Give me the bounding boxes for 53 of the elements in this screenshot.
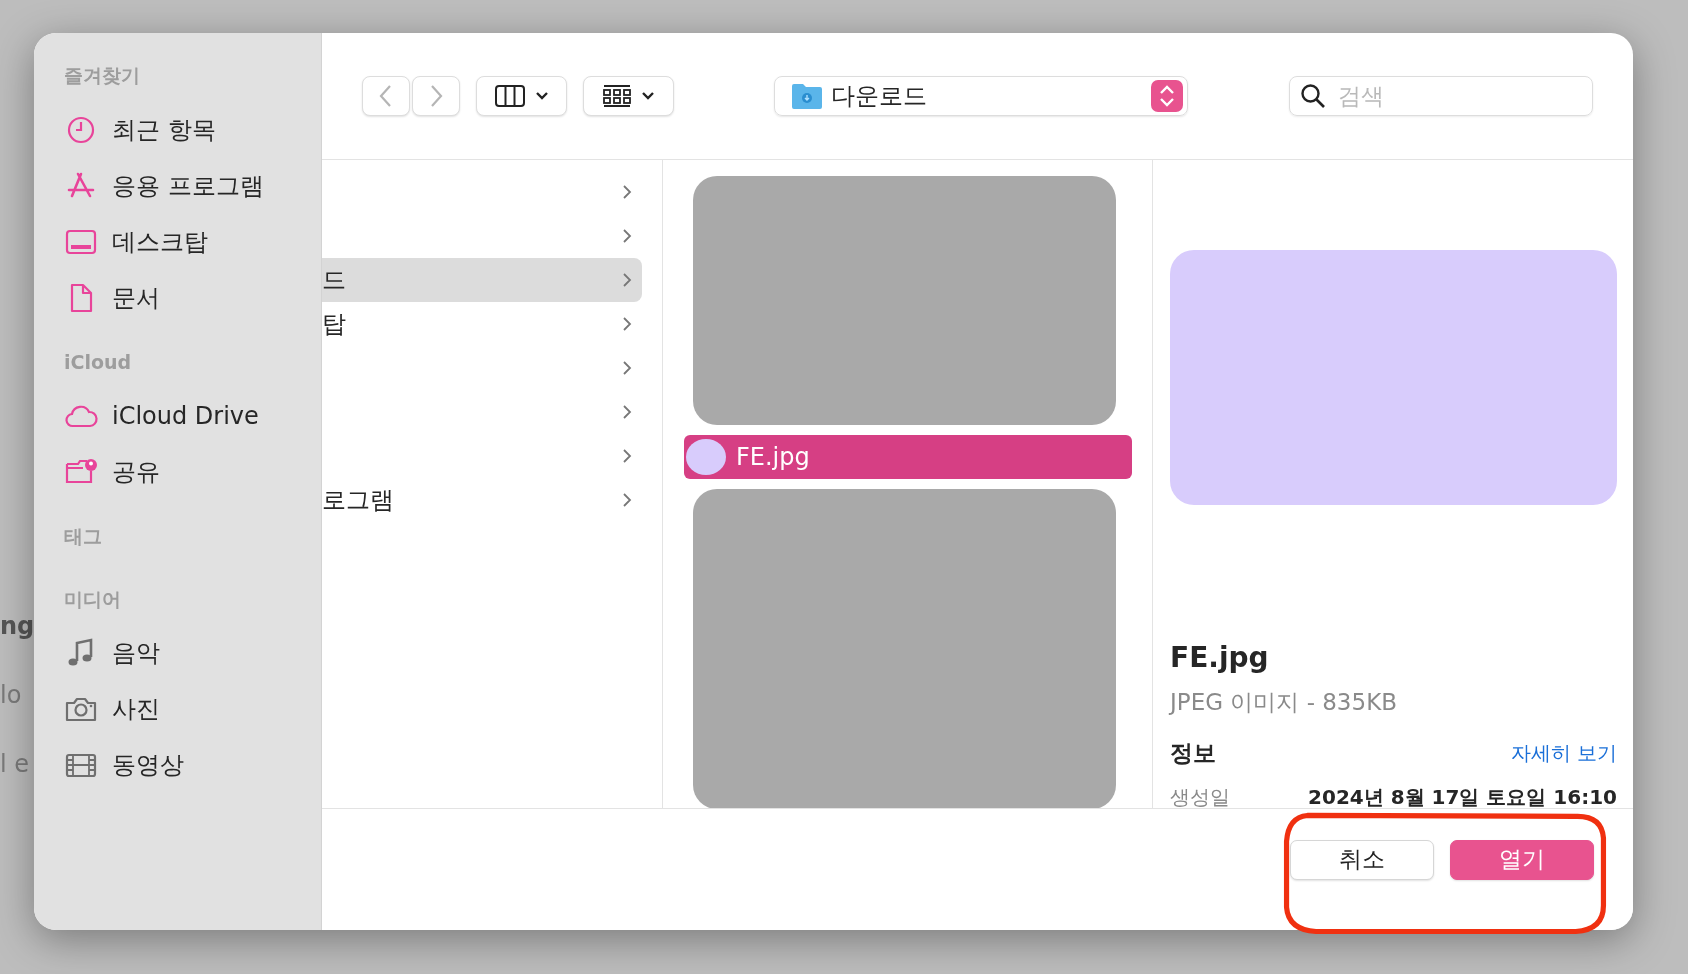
section-title: iCloud bbox=[64, 349, 132, 375]
chevron-down-icon bbox=[534, 91, 549, 101]
sidebar-item[interactable]: 응용 프로그램 bbox=[64, 157, 321, 214]
folder-row[interactable]: 탑 bbox=[322, 302, 642, 346]
chevron-down-icon bbox=[640, 91, 655, 101]
chevron-icon bbox=[622, 184, 632, 200]
sidebar-item[interactable]: 공유 bbox=[64, 444, 321, 500]
background-text: lo bbox=[0, 680, 23, 710]
sidebar-item[interactable]: 동영상 bbox=[64, 737, 321, 793]
sidebar-item[interactable]: iCloud Drive bbox=[64, 388, 321, 444]
forward-button[interactable] bbox=[412, 76, 460, 116]
chevron-icon bbox=[622, 360, 632, 376]
back-button[interactable] bbox=[362, 76, 410, 116]
file-description: JPEG 이미지 - 835KB bbox=[1170, 688, 1398, 717]
folder-icon bbox=[791, 82, 823, 110]
stepper-icon bbox=[1151, 80, 1183, 112]
info-heading: 정보 bbox=[1170, 738, 1216, 768]
columns-icon bbox=[494, 85, 525, 107]
forward-icon bbox=[429, 84, 443, 108]
location-label: 다운로드 bbox=[831, 81, 928, 112]
folder-row[interactable]: 로그램 bbox=[322, 478, 642, 522]
grid-icon bbox=[602, 84, 631, 108]
more-link[interactable]: 자세히 보기 bbox=[1510, 737, 1617, 768]
file-name: FE.jpg bbox=[1170, 640, 1270, 676]
chevron-icon bbox=[622, 404, 632, 420]
background-text: ng bbox=[0, 612, 34, 641]
search-icon bbox=[1300, 83, 1326, 109]
section-title: 태그 bbox=[64, 524, 102, 549]
search-input[interactable]: 검색 bbox=[1336, 77, 1556, 115]
sidebar-item[interactable]: 문서 bbox=[64, 269, 321, 326]
thumbnail-icon bbox=[686, 439, 726, 475]
file-row[interactable]: FE.jpg bbox=[684, 435, 1132, 479]
cancel-button[interactable]: 취소 bbox=[1290, 839, 1434, 880]
chevron-icon bbox=[622, 228, 632, 244]
sidebar-item[interactable]: 최근 항목 bbox=[64, 101, 321, 158]
folder-row[interactable]: 드 bbox=[322, 258, 642, 302]
sidebar-item[interactable]: 데스크탑 bbox=[64, 213, 321, 270]
chevron-icon bbox=[622, 492, 632, 508]
field-label: 생성일 bbox=[1170, 784, 1230, 808]
back-icon bbox=[379, 84, 393, 108]
sidebar-item[interactable]: 사진 bbox=[64, 681, 321, 737]
search-field[interactable]: 검색 bbox=[1289, 76, 1593, 116]
sidebar-item[interactable]: 음악 bbox=[64, 625, 321, 681]
section-title: 즐겨찾기 bbox=[64, 63, 140, 88]
view-mode-button[interactable] bbox=[476, 76, 567, 116]
chevron-icon bbox=[622, 316, 632, 332]
chevron-icon bbox=[622, 448, 632, 464]
background-text: l e bbox=[0, 749, 31, 779]
field-value: 2024년 8월 17일 토요일 16:10 bbox=[1308, 784, 1617, 808]
chevron-icon bbox=[622, 272, 632, 288]
group-button[interactable] bbox=[583, 76, 674, 116]
section-title: 미디어 bbox=[64, 586, 121, 612]
location-popup[interactable]: 다운로드 bbox=[774, 76, 1188, 116]
